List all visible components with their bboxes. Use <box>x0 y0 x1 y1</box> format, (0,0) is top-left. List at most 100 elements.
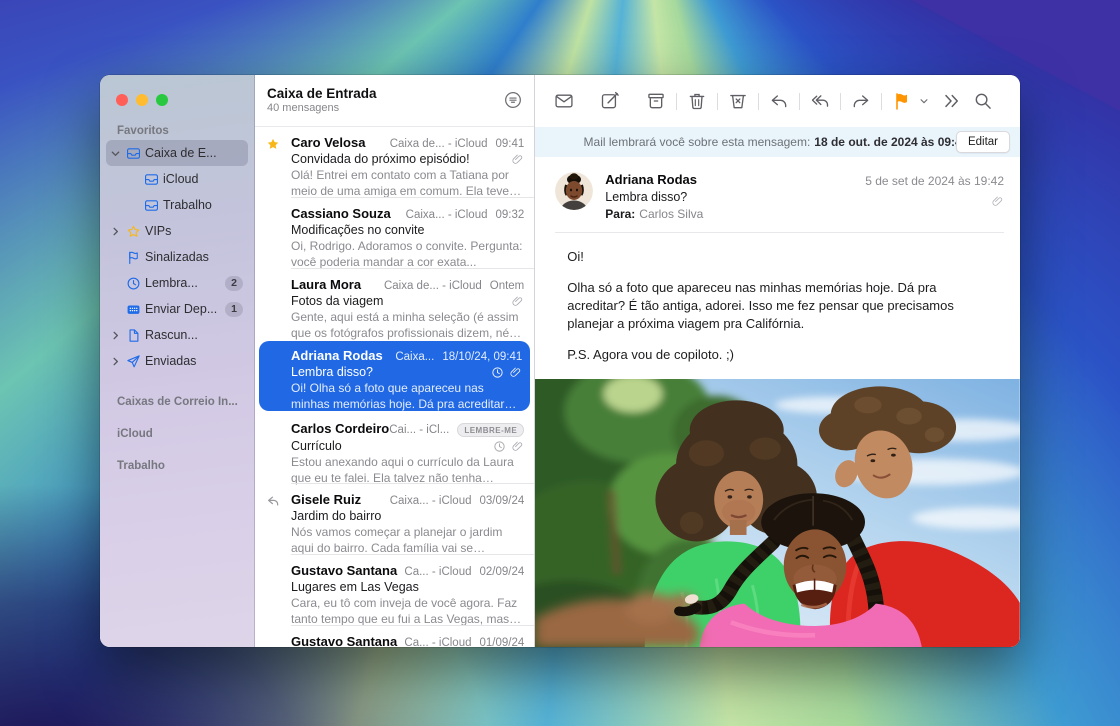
mailbox-label: Caixa de... - iCloud <box>390 138 488 150</box>
message-list-header: Caixa de Entrada 40 mensagens <box>255 75 534 127</box>
message-row-selected[interactable]: Adriana Rodas Caixa...18/10/24, 09:41 Le… <box>259 341 530 411</box>
message-count: 40 mensagens <box>267 102 522 114</box>
flag-button[interactable] <box>892 91 912 111</box>
sidebar-item-sinalizadas[interactable]: Sinalizadas <box>106 244 248 270</box>
delete-button[interactable] <box>687 91 707 111</box>
message-date: 5 de set de 2024 às 19:42 <box>865 174 1004 188</box>
chevron-right-icon[interactable] <box>109 329 122 342</box>
reminder-datetime: 18 de out. de 2024 às 09:41. <box>814 135 971 149</box>
reply-all-button[interactable] <box>810 91 830 111</box>
unread-count-badge: 2 <box>225 276 243 291</box>
photo-three-friends <box>535 379 1020 647</box>
paperclip-icon <box>511 153 524 166</box>
preview: Nós vamos começar a planejar o jardim aq… <box>291 525 524 557</box>
sidebar-section-caixas-inteligentes[interactable]: Caixas de Correio In... <box>100 396 254 411</box>
compose-button[interactable] <box>600 91 620 111</box>
desktop-wallpaper: Favoritos Caixa de E... iCloud Trabalho … <box>0 0 1120 726</box>
flag-menu-chevron[interactable] <box>919 96 929 106</box>
preview: Olá! Entrei em contato com a Tatiana por… <box>291 168 524 200</box>
forward-icon <box>851 91 871 111</box>
search-button[interactable] <box>973 91 993 111</box>
time-label: 01/09/24 <box>480 637 525 647</box>
message-row[interactable]: Carlos Cordeiro Cai... - iCl...LEMBRE-ME… <box>255 413 534 484</box>
message-row[interactable]: Gustavo Santana Ca... - iCloud01/09/24 <box>255 626 534 647</box>
sidebar-item-label: Enviadas <box>145 354 243 368</box>
edit-reminder-button[interactable]: Editar <box>956 131 1010 153</box>
message-row[interactable]: Caro Velosa Caixa de... - iCloud 09:41 Co… <box>255 127 534 198</box>
get-mail-button[interactable] <box>554 91 574 111</box>
inbox-icon <box>126 146 141 161</box>
sidebar-section-icloud[interactable]: iCloud <box>100 428 254 443</box>
preview: Gente, aqui está a minha seleção (é assi… <box>291 310 524 342</box>
subject: Jardim do bairro <box>291 509 381 523</box>
sidebar-item-rascunhos[interactable]: Rascun... <box>106 322 248 348</box>
sender: Gisele Ruiz <box>291 492 361 507</box>
chevron-down-icon <box>919 96 929 106</box>
reply-button[interactable] <box>769 91 789 111</box>
sidebar-item-label: Caixa de E... <box>145 146 243 160</box>
message-header: Adriana Rodas Lembra disso? Para:Carlos … <box>535 157 1020 231</box>
forward-button[interactable] <box>851 91 871 111</box>
flag-icon <box>126 250 141 265</box>
reading-pane: Mail lembrará você sobre esta mensagem: … <box>535 75 1020 647</box>
paperclip-icon <box>511 440 524 453</box>
sidebar-item-enviadas[interactable]: Enviadas <box>106 348 248 374</box>
sidebar-item-label: VIPs <box>145 224 243 238</box>
zoom-window-button[interactable] <box>156 94 168 106</box>
sidebar-item-caixa-de-entrada[interactable]: Caixa de E... <box>106 140 248 166</box>
double-chevron-icon <box>941 91 961 111</box>
reply-all-icon <box>810 91 830 111</box>
junk-button[interactable] <box>728 91 748 111</box>
minimize-window-button[interactable] <box>136 94 148 106</box>
message-row[interactable]: Gisele Ruiz Caixa... - iCloud03/09/24 Ja… <box>255 484 534 555</box>
sidebar-item-label: Trabalho <box>163 198 243 212</box>
chevron-right-icon[interactable] <box>109 225 122 238</box>
sidebar-item-label: Lembra... <box>145 276 221 290</box>
preview: Oi! Olha só a foto que apareceu nas minh… <box>291 381 522 413</box>
sidebar-item-lembretes[interactable]: Lembra... 2 <box>106 270 248 296</box>
filter-button[interactable] <box>502 90 524 112</box>
archive-icon <box>646 91 666 111</box>
time-label: 09:41 <box>495 138 524 150</box>
mailbox-label: Ca... - iCloud <box>404 566 471 578</box>
sidebar-item-label: iCloud <box>163 172 243 186</box>
sidebar-item-trabalho-inbox[interactable]: Trabalho <box>106 192 248 218</box>
reminder-clock-icon <box>491 366 504 379</box>
paperclip-icon <box>509 366 522 379</box>
star-icon <box>266 137 280 151</box>
lembre-me-badge: LEMBRE-ME <box>457 423 524 437</box>
chevron-down-icon[interactable] <box>109 147 122 160</box>
envelope-icon <box>554 91 574 111</box>
sender: Laura Mora <box>291 277 361 292</box>
reminder-banner: Mail lembrará você sobre esta mensagem: … <box>535 127 1020 157</box>
subject: Convidada do próximo episódio! <box>291 152 470 166</box>
recipient[interactable]: Carlos Silva <box>639 207 703 221</box>
more-toolbar-items-button[interactable] <box>941 91 961 111</box>
time-label: 18/10/24, 09:41 <box>442 351 522 363</box>
close-window-button[interactable] <box>116 94 128 106</box>
message-row[interactable]: Cassiano Souza Caixa... - iCloud09:32 Mo… <box>255 198 534 269</box>
body-paragraph: Olha só a foto que apareceu nas minhas m… <box>567 279 994 333</box>
archive-button[interactable] <box>646 91 666 111</box>
chevron-right-icon[interactable] <box>109 355 122 368</box>
message-row[interactable]: Gustavo Santana Ca... - iCloud02/09/24 L… <box>255 555 534 626</box>
send-later-icon <box>126 302 141 317</box>
mailbox-title: Caixa de Entrada <box>267 86 522 101</box>
message-list: Caixa de Entrada 40 mensagens Caro Velos… <box>255 75 535 647</box>
sidebar-item-vips[interactable]: VIPs <box>106 218 248 244</box>
message-list-scroll[interactable]: Caro Velosa Caixa de... - iCloud 09:41 Co… <box>255 127 534 647</box>
sidebar-item-enviar-depois[interactable]: Enviar Dep... 1 <box>106 296 248 322</box>
avatar[interactable] <box>555 172 593 210</box>
sidebar-section-trabalho[interactable]: Trabalho <box>100 460 254 475</box>
sidebar-item-icloud-inbox[interactable]: iCloud <box>106 166 248 192</box>
filter-icon <box>503 90 523 110</box>
paperclip-icon <box>991 195 1004 208</box>
sender: Caro Velosa <box>291 135 365 150</box>
replied-arrow-icon <box>266 494 280 508</box>
photo-attachment[interactable] <box>535 379 1020 647</box>
document-icon <box>126 328 141 343</box>
time-label: 03/09/24 <box>480 495 525 507</box>
message-row[interactable]: Laura Mora Caixa de... - iCloudOntem Fot… <box>255 269 534 340</box>
mailbox-label: Caixa... - iCloud <box>406 209 488 221</box>
window-controls <box>116 94 168 106</box>
